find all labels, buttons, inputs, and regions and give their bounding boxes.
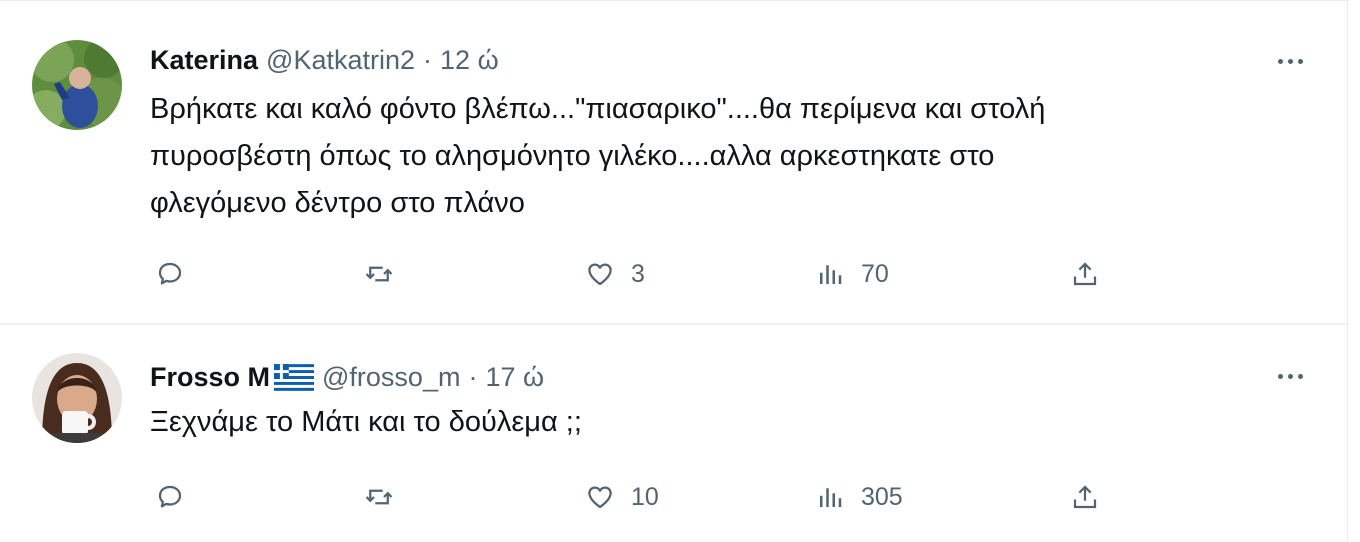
tweet[interactable]: Frosso M @frosso_m · 17 ώ Ξεχνάμε το Μάτ… [0,325,1347,542]
tweet-actions: 10 305 [150,477,1130,517]
more-icon[interactable] [1268,46,1312,76]
avatar-image [32,353,122,443]
reply-icon [158,262,182,285]
views-button[interactable]: 305 [815,477,903,517]
retweet-icon [365,489,393,505]
like-button[interactable]: 10 [585,477,659,517]
avatar[interactable] [32,40,122,130]
retweet-button[interactable] [364,254,410,294]
username[interactable]: @Katkatrin2 [266,45,415,76]
views-button[interactable]: 70 [815,254,889,294]
tweet-text: Ξεχνάμε το Μάτι και το δούλεμα ;; [150,406,582,438]
views-icon [820,265,842,284]
tweet-text: Βρήκατε και καλό φόντο βλέπω..."πιασαρικ… [150,93,1046,219]
top-border [0,0,1348,1]
greek-flag-icon [274,363,315,391]
more-icon[interactable] [1268,361,1312,391]
tweet-header: Frosso M @frosso_m · 17 ώ [150,359,544,395]
retweet-icon [365,266,393,282]
share-icon [1073,262,1097,286]
avatar-image [32,40,122,130]
like-count: 10 [631,482,659,511]
reply-icon [158,485,182,508]
reply-button[interactable] [155,254,201,294]
retweet-button[interactable] [364,477,410,517]
timestamp[interactable]: 12 ώ [440,45,499,76]
share-button[interactable] [1070,254,1100,294]
avatar[interactable] [32,353,122,443]
tweet[interactable]: Katerina @Katkatrin2 · 12 ώ Βρήκατε και … [0,10,1347,323]
reply-button[interactable] [155,477,201,517]
share-button[interactable] [1070,477,1100,517]
tweet-header: Katerina @Katkatrin2 · 12 ώ [150,42,499,78]
username[interactable]: @frosso_m [322,362,460,393]
like-icon [588,486,612,509]
separator-dot: · [423,44,433,75]
like-count: 3 [631,259,645,288]
display-name[interactable]: Katerina [150,45,258,76]
views-icon [820,488,842,507]
right-border [1347,0,1348,542]
like-button[interactable]: 3 [585,254,645,294]
display-name[interactable]: Frosso M [150,362,270,393]
view-count: 70 [861,259,889,288]
tweet-actions: 3 70 [150,254,1130,294]
view-count: 305 [861,482,903,511]
share-icon [1073,485,1097,509]
timestamp[interactable]: 17 ώ [485,362,544,393]
separator-dot: · [468,361,478,392]
like-icon [588,263,612,286]
